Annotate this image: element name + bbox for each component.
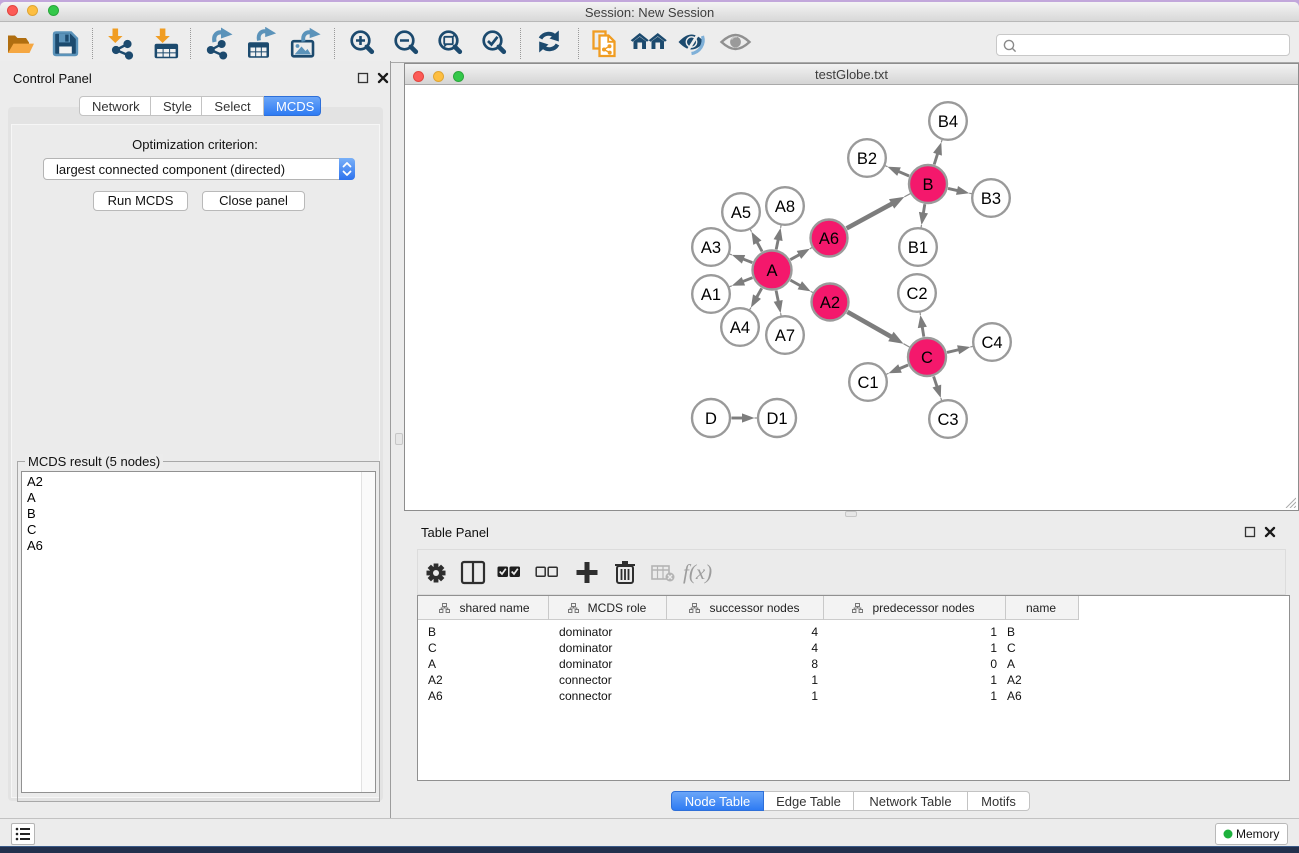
svg-text:B2: B2 — [857, 150, 877, 168]
svg-text:C4: C4 — [981, 334, 1002, 352]
svg-text:B: B — [922, 176, 933, 194]
svg-text:A5: A5 — [731, 204, 751, 222]
svg-text:C1: C1 — [857, 374, 878, 392]
svg-text:C3: C3 — [937, 411, 958, 429]
svg-text:f(x): f(x) — [683, 560, 712, 584]
svg-text:D1: D1 — [766, 410, 787, 428]
svg-text:B4: B4 — [938, 113, 958, 131]
svg-text:B1: B1 — [908, 239, 928, 257]
svg-text:D: D — [705, 410, 717, 428]
svg-text:C2: C2 — [906, 285, 927, 303]
svg-text:A: A — [766, 262, 777, 280]
svg-text:B3: B3 — [981, 190, 1001, 208]
svg-text:A7: A7 — [775, 327, 795, 345]
svg-text:A8: A8 — [775, 198, 795, 216]
svg-text:A2: A2 — [820, 294, 840, 312]
svg-text:C: C — [921, 349, 933, 367]
svg-text:A3: A3 — [701, 239, 721, 257]
svg-text:A6: A6 — [819, 230, 839, 248]
svg-text:A4: A4 — [730, 319, 750, 337]
svg-text:A1: A1 — [701, 286, 721, 304]
